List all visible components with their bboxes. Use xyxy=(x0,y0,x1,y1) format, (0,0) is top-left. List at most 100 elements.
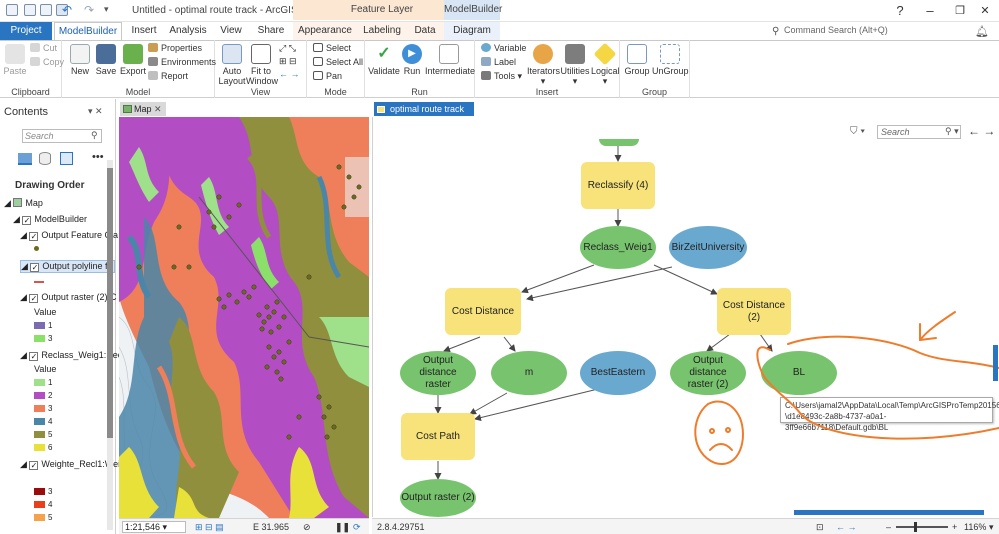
logical-label: Logical xyxy=(591,66,620,76)
close-button[interactable]: ✕ xyxy=(970,2,999,20)
contents-search-icon[interactable]: ⚲ xyxy=(91,130,98,141)
cut-button[interactable]: Cut xyxy=(30,42,57,55)
copy-button[interactable]: Copy xyxy=(30,56,64,69)
pause-drawing-icon[interactable]: ❚❚ xyxy=(335,519,350,534)
label-button[interactable]: Label xyxy=(481,56,516,69)
tree-modelbuilder[interactable]: ◢ ✓ ModelBuilder xyxy=(13,214,87,225)
contents-pane-controls[interactable]: ▾ ✕ xyxy=(88,106,103,117)
tab-analysis[interactable]: Analysis xyxy=(168,22,208,40)
model-horizontal-scrollbar[interactable] xyxy=(794,510,984,515)
zoom-out-small-icon[interactable]: – xyxy=(886,519,891,534)
validate-button[interactable]: ✓ Validate xyxy=(368,44,400,76)
ungroup-button[interactable]: UnGroup xyxy=(652,44,689,76)
zoom-in-small-icon[interactable]: + xyxy=(952,519,957,534)
node-cost-path[interactable]: Cost Path xyxy=(401,413,475,460)
zoom-dropdown-icon[interactable]: ▾ xyxy=(989,519,994,534)
map-tab-close-icon[interactable]: ✕ xyxy=(154,104,162,114)
tab-share[interactable]: Share xyxy=(256,22,286,40)
iterators-button[interactable]: Iterators ▾ xyxy=(527,44,560,86)
notification-bell-icon[interactable]: 🔔︎ xyxy=(975,25,989,38)
tab-modelbuilder[interactable]: ModelBuilder xyxy=(54,22,122,40)
pan-button[interactable]: Pan xyxy=(313,70,342,83)
environments-button[interactable]: Environments xyxy=(148,56,216,69)
variable-button[interactable]: Variable xyxy=(481,42,526,55)
zoom-slider[interactable] xyxy=(896,526,948,528)
auto-layout-button[interactable]: Auto Layout xyxy=(218,44,246,86)
intermediate-button[interactable]: Intermediate xyxy=(425,44,475,76)
customize-qat-icon[interactable]: ▾ xyxy=(104,4,109,15)
open-project-icon[interactable] xyxy=(40,4,52,16)
group-group-label: Group xyxy=(641,87,667,97)
tab-model[interactable]: optimal route track ✕ xyxy=(374,102,474,128)
run-button[interactable]: ▶ Run xyxy=(401,44,423,76)
tab-diagram[interactable]: Diagram xyxy=(452,22,492,40)
contents-scroll-thumb[interactable] xyxy=(107,168,113,438)
node-birzeit[interactable]: BirZeitUniversity xyxy=(669,226,747,269)
tab-insert[interactable]: Insert xyxy=(128,22,160,40)
refresh-icon[interactable]: ⟳ xyxy=(353,519,361,534)
map-view[interactable] xyxy=(119,117,369,518)
map-toggle-icon[interactable]: ⊘ xyxy=(303,519,311,534)
data-source-icon[interactable] xyxy=(39,152,51,165)
zoom-in-icon[interactable]: ⤢ ⤡ xyxy=(279,42,300,55)
more-options-icon[interactable]: ••• xyxy=(92,151,104,163)
report-button[interactable]: Report xyxy=(148,70,188,83)
contents-search-input[interactable]: Search xyxy=(22,129,102,143)
node-output-raster-2[interactable]: Output raster (2) xyxy=(400,479,476,517)
tree-weighted[interactable]: ◢ ✓ Weighte_Recl1:Wei xyxy=(20,459,120,470)
tab-labeling[interactable]: Labeling xyxy=(360,22,404,40)
logical-button[interactable]: Logical ▾ xyxy=(591,42,620,86)
node-cost-distance[interactable]: Cost Distance xyxy=(445,288,521,335)
minimize-button[interactable]: – xyxy=(915,2,945,20)
tree-output-feature[interactable]: ◢ ✓ Output Feature Cla xyxy=(20,230,118,241)
paste-button[interactable]: Paste xyxy=(3,44,27,76)
zoom-slider-thumb[interactable] xyxy=(914,522,917,532)
drawing-order-icon[interactable] xyxy=(18,153,32,165)
tab-appearance[interactable]: Appearance xyxy=(298,22,352,40)
map-scale-select[interactable]: 1:21,546 ▾ xyxy=(122,521,186,533)
save-model-button[interactable]: Save xyxy=(94,44,118,76)
tab-project[interactable]: Project xyxy=(0,22,52,40)
new-model-button[interactable]: New xyxy=(68,44,92,76)
tab-view[interactable]: View xyxy=(218,22,244,40)
navigate-arrows-icon[interactable]: ← → xyxy=(279,68,300,81)
tools-button[interactable]: Tools ▾ xyxy=(481,70,522,83)
output-polyline-checkbox[interactable]: ✓ xyxy=(30,263,40,272)
export-button[interactable]: Export xyxy=(120,44,146,76)
fit-to-window-button[interactable]: Fit to Window xyxy=(246,44,278,86)
select-button[interactable]: Select xyxy=(313,42,351,55)
tree-map[interactable]: ◢ Map xyxy=(4,198,43,209)
new-project-icon[interactable] xyxy=(24,4,36,16)
fit-view-icon[interactable]: ⊡ xyxy=(816,519,824,534)
node-output-distance[interactable]: Output distance raster xyxy=(400,351,476,395)
tree-modelbuilder-label: ModelBuilder xyxy=(34,214,87,224)
tab-data[interactable]: Data xyxy=(412,22,438,40)
help-button[interactable]: ? xyxy=(885,2,915,20)
redo-icon[interactable]: ↷ xyxy=(84,3,94,17)
coordinates-readout: E 31.965 xyxy=(253,522,290,532)
tree-output-polyline[interactable]: ◢ ✓ Output polyline fe xyxy=(20,260,116,273)
node-besteastern[interactable]: BestEastern xyxy=(580,351,656,395)
output-feature-checkbox[interactable]: ✓ xyxy=(29,232,39,241)
node-m[interactable]: m xyxy=(491,351,567,395)
tree-output-raster[interactable]: ◢ ✓ Output raster (2):C xyxy=(20,292,116,303)
properties-button[interactable]: Properties xyxy=(148,42,202,55)
group-button[interactable]: Group xyxy=(624,44,650,76)
modelbuilder-checkbox[interactable]: ✓ xyxy=(22,216,32,225)
undo-icon[interactable]: ↶ xyxy=(62,3,72,17)
node-reclass-weig1[interactable]: Reclass_Weig1 xyxy=(580,226,656,269)
model-vertical-scrollbar[interactable] xyxy=(993,345,998,381)
zoom-out-icon[interactable]: ⊞ ⊟ xyxy=(279,55,300,68)
output-raster-checkbox[interactable]: ✓ xyxy=(29,294,39,303)
node-reclassify[interactable]: Reclassify (4) xyxy=(581,162,655,209)
weighted-checkbox[interactable]: ✓ xyxy=(29,461,39,470)
command-search-input[interactable]: Command Search (Alt+Q) xyxy=(768,23,888,38)
node-partial-top[interactable] xyxy=(599,139,639,146)
utilities-button[interactable]: Utilities ▾ xyxy=(560,44,590,86)
select-all-button[interactable]: Select All xyxy=(313,56,363,69)
map-icon xyxy=(13,198,23,207)
reclass-checkbox[interactable]: ✓ xyxy=(29,352,39,361)
map-tools-icon[interactable]: ⊞ ⊟ ▤ xyxy=(195,519,224,534)
previous-extent-icon[interactable]: ← → xyxy=(836,519,857,534)
selection-icon[interactable] xyxy=(60,152,73,165)
